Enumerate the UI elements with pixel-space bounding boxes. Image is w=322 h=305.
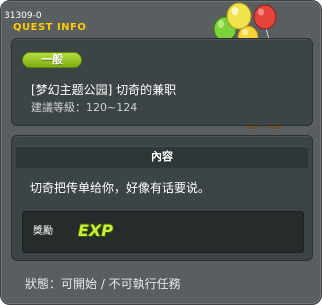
quest-summary-panel: 一般 [梦幻主题公园] 切奇的兼职 建議等級：120~124 (11, 38, 313, 126)
content-header-label: 內容 (151, 150, 173, 163)
reward-label: 獎勵 (33, 226, 53, 237)
exp-reward-icon: EXP (78, 221, 113, 240)
quest-id: 31309-0 (4, 11, 42, 21)
level-requirement: 建議等級：120~124 (31, 101, 138, 114)
category-badge: 一般 (22, 52, 82, 68)
quest-description: 切奇把传单给你，好像有话要说。 (30, 181, 211, 195)
window-title: QUEST INFO (13, 22, 87, 33)
quest-status: 狀態：可開始 / 不可執行任務 (25, 277, 181, 291)
reward-box: 獎勵 EXP (22, 211, 304, 253)
content-header: 內容 (16, 146, 308, 168)
quest-info-window: 31309-0 QUEST INFO 一般 [梦幻主题公园] 切奇的兼职 建議等… (0, 0, 322, 305)
quest-content-panel: 內容 切奇把传单给你，好像有话要说。 獎勵 EXP (11, 135, 313, 261)
quest-name: [梦幻主题公园] 切奇的兼职 (31, 83, 177, 97)
